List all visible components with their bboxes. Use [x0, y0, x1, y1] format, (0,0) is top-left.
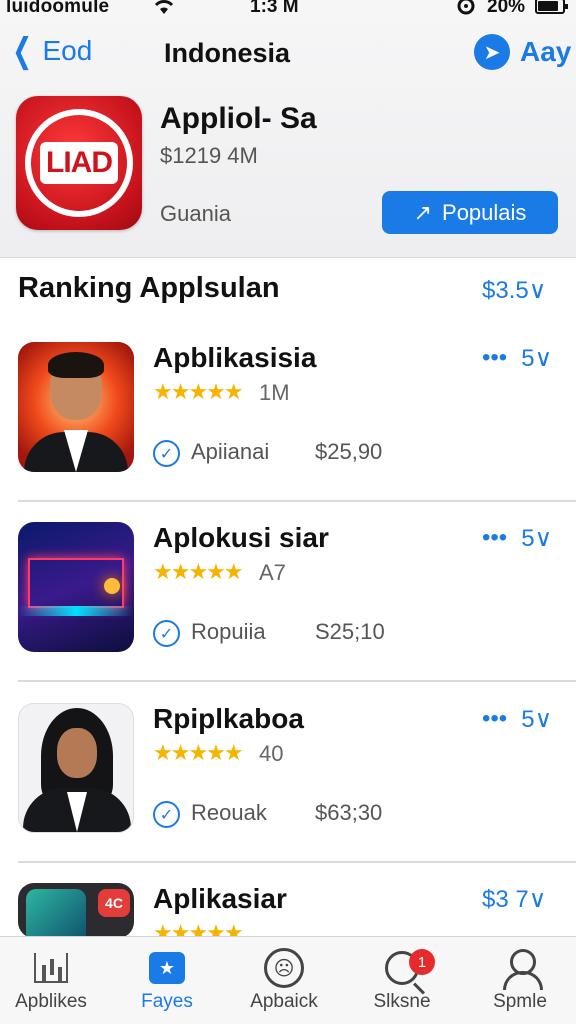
- chart-icon: [34, 953, 68, 983]
- nav-right-button[interactable]: ➤ Aay: [474, 34, 571, 70]
- tab-label: Apbaick: [250, 991, 318, 1012]
- popular-button-label: Populais: [442, 199, 527, 225]
- tab-label: Fayes: [141, 991, 193, 1012]
- location-icon: ➤: [474, 34, 510, 70]
- check-icon: ✓: [153, 620, 180, 647]
- star-rating-icon: ★★★★★: [153, 740, 244, 765]
- carrier-label: luidoomule: [6, 0, 110, 17]
- app-tag: Apiianai: [191, 439, 270, 464]
- more-value: $3 7∨: [482, 886, 547, 913]
- list-item[interactable]: Aplokusi siar ★★★★★ A7 ✓ Ropuiia S25;10 …: [0, 522, 576, 702]
- more-button[interactable]: ••• 5∨: [482, 705, 552, 734]
- list-item[interactable]: Rpiplkaboa ★★★★★ 40 ✓ Reouak $63;30 ••• …: [0, 703, 576, 883]
- app-thumbnail: [18, 703, 134, 833]
- app-name: Apblikasisia: [153, 342, 317, 373]
- more-value: 5∨: [521, 706, 553, 733]
- section-title: Ranking Applsulan: [18, 272, 280, 304]
- divider: [18, 500, 576, 502]
- status-time: 1:3 M: [250, 0, 299, 17]
- nav-right-label: Aay: [520, 36, 572, 67]
- tab-bar: Apblikes ★ Fayes ☹ Apbaick 1 Slksne Spml…: [0, 936, 576, 1024]
- divider: [18, 680, 576, 682]
- star-rating-icon: ★★★★★: [153, 559, 244, 584]
- check-icon: ✓: [153, 440, 180, 467]
- app-name: Aplokusi siar: [153, 522, 329, 553]
- rating-count: A7: [259, 560, 286, 585]
- app-tag: Ropuiia: [191, 619, 266, 644]
- app-logo-ring: LIAD: [25, 109, 133, 217]
- popular-button[interactable]: ↗ Populais: [382, 191, 558, 234]
- app-name: Rpiplkaboa: [153, 703, 304, 734]
- more-button[interactable]: $3 7∨: [482, 885, 546, 914]
- favorites-icon: ★: [149, 952, 185, 984]
- rating-count: 1M: [259, 380, 290, 405]
- ellipsis-icon: •••: [482, 524, 508, 551]
- app-price: $63;30: [315, 800, 383, 825]
- app-price: S25;10: [315, 619, 385, 644]
- rotation-lock-icon: [456, 0, 476, 22]
- trend-arrow-icon: ↗: [413, 199, 433, 225]
- tab-profile[interactable]: Spmle: [465, 945, 575, 1013]
- app-tag: Reouak: [191, 800, 267, 825]
- more-value: 5∨: [521, 525, 553, 552]
- app-name: Aplikasiar: [153, 883, 287, 914]
- app-thumbnail: [18, 522, 134, 652]
- app-thumbnail: [18, 342, 134, 472]
- featured-app-category: Guania: [160, 201, 231, 226]
- battery-percent: 20%: [487, 0, 526, 17]
- page-title: Indonesia: [164, 38, 291, 68]
- tab-search[interactable]: 1 Slksne: [347, 945, 457, 1013]
- check-icon: ✓: [153, 801, 180, 828]
- featured-app-price: $1219 4M: [160, 143, 258, 168]
- section-see-all-link[interactable]: $3.5∨: [482, 276, 546, 305]
- ellipsis-icon: •••: [482, 344, 508, 371]
- thumbnail-badge: 4C: [98, 889, 130, 917]
- list-item[interactable]: Apblikasisia ★★★★★ 1M ✓ Apiianai $25,90 …: [0, 342, 576, 522]
- more-button[interactable]: ••• 5∨: [482, 344, 552, 373]
- notification-badge: 1: [409, 949, 435, 975]
- more-value: 5∨: [521, 345, 553, 372]
- chevron-left-icon: ❮: [12, 32, 33, 70]
- app-thumbnail: 4C: [18, 883, 134, 938]
- featured-app-icon[interactable]: LIAD: [16, 96, 142, 230]
- app-logo-text: LIAD: [40, 142, 118, 184]
- wifi-icon: [153, 0, 175, 22]
- tab-favorites[interactable]: ★ Fayes: [112, 945, 222, 1013]
- tab-label: Slksne: [373, 991, 431, 1012]
- app-price: $25,90: [315, 439, 383, 464]
- back-button[interactable]: ❮ Eod: [8, 34, 92, 68]
- list-item[interactable]: 4C Aplikasiar ★★★★★ $3 7∨: [0, 883, 576, 945]
- person-icon: [503, 949, 543, 990]
- star-rating-icon: ★★★★★: [153, 379, 244, 404]
- rating-count: 40: [259, 741, 284, 766]
- battery-icon: [535, 0, 568, 14]
- tab-label: Spmle: [493, 991, 547, 1012]
- tab-label: Apblikes: [15, 991, 87, 1012]
- ellipsis-icon: •••: [482, 705, 508, 732]
- more-button[interactable]: ••• 5∨: [482, 524, 552, 553]
- tab-feedback[interactable]: ☹ Apbaick: [229, 945, 339, 1013]
- divider: [18, 861, 576, 863]
- tab-apps[interactable]: Apblikes: [0, 945, 106, 1013]
- face-icon: ☹: [264, 948, 304, 988]
- back-label: Eod: [42, 35, 93, 66]
- status-bar: luidoomule 1:3 M 20%: [0, 0, 576, 20]
- featured-app-name: Appliol- Sa: [160, 102, 317, 135]
